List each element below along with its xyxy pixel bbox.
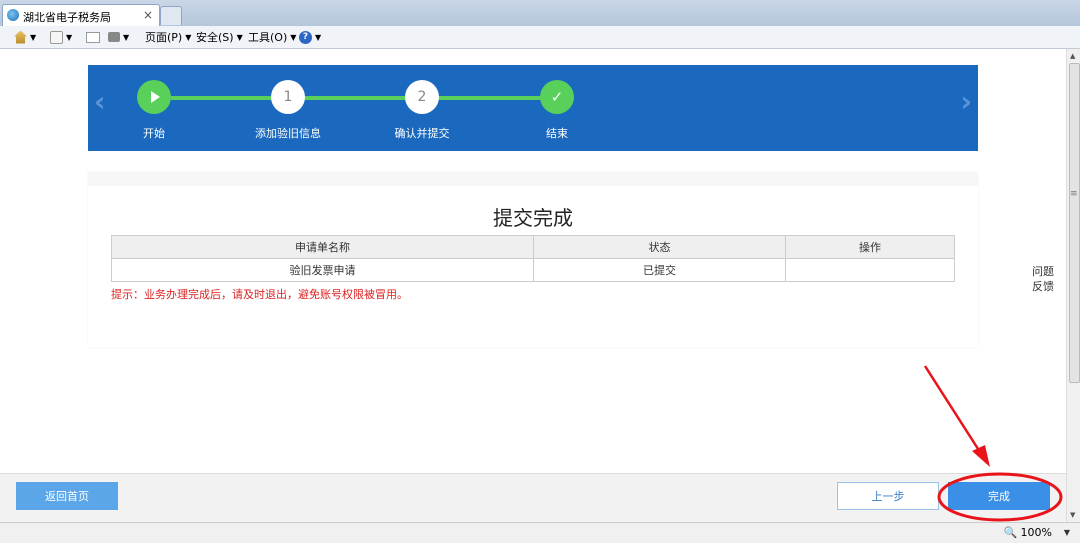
home-icon [14, 30, 27, 44]
cell-status: 已提交 [533, 258, 786, 282]
home-button[interactable]: ▼ [14, 29, 36, 45]
chevron-down-icon[interactable]: ▼ [1064, 528, 1070, 537]
help-button[interactable]: ? ▼ [299, 29, 321, 45]
printer-icon [108, 32, 120, 42]
chevron-down-icon: ▼ [315, 32, 322, 42]
play-icon [151, 91, 160, 103]
feedback-label-line1: 问题 [1032, 265, 1054, 278]
step-2-circle: 2 [405, 80, 439, 114]
command-bar: ▼ ▼ ▼ 页面(P) ▼ 安全(S) ▼ 工具(O) ▼ ? ▼ [0, 26, 1080, 49]
chevron-down-icon: ▼ [290, 32, 297, 42]
tab-close-icon[interactable]: × [143, 8, 153, 22]
chevron-down-icon: ▼ [66, 32, 73, 42]
read-mail-button[interactable] [86, 29, 100, 45]
column-header-name: 申请单名称 [111, 235, 534, 259]
result-table: 申请单名称 状态 操作 验旧发票申请 已提交 [111, 235, 955, 282]
mail-icon [86, 31, 100, 43]
column-header-status: 状态 [533, 235, 786, 259]
table-header-row: 申请单名称 状态 操作 [111, 235, 955, 259]
security-hint: 提示：业务办理完成后，请及时退出，避免账号权限被冒用。 [111, 288, 408, 301]
safety-menu-label: 安全(S) [196, 31, 234, 44]
browser-title-bar: 湖北省电子税务局 × [0, 0, 1080, 27]
feeds-icon [50, 30, 63, 44]
chevron-down-icon: ▼ [185, 32, 192, 42]
card-header-strip [88, 172, 978, 186]
browser-tab[interactable]: 湖北省电子税务局 × [2, 4, 160, 27]
vertical-scrollbar[interactable]: ▲ ≡ ▼ [1066, 49, 1080, 522]
step-label-start: 开始 [143, 127, 165, 140]
step-start-circle [137, 80, 171, 114]
cell-form-name: 验旧发票申请 [111, 258, 534, 282]
scroll-up-icon[interactable]: ▲ [1070, 52, 1075, 60]
previous-step-button[interactable]: 上一步 [837, 482, 939, 510]
safety-menu[interactable]: 安全(S) ▼ [196, 29, 243, 45]
step-label-add-info: 添加验旧信息 [255, 127, 321, 140]
new-tab-button[interactable] [160, 6, 182, 25]
chevron-right-icon[interactable]: › [960, 85, 972, 118]
status-bar: 🔍 100% ▼ [0, 522, 1080, 543]
chevron-down-icon: ▼ [236, 32, 243, 42]
zoom-control[interactable]: 🔍 100% [1004, 526, 1052, 539]
tools-menu-label: 工具(O) [248, 31, 288, 44]
tools-menu[interactable]: 工具(O) ▼ [248, 29, 296, 45]
tab-title: 湖北省电子税务局 [23, 11, 111, 24]
ie-favicon-icon [7, 9, 19, 21]
progress-banner: ‹ › 1 2 ✓ 开始 添加验旧信息 确认并提交 结束 [88, 65, 978, 151]
feeds-button[interactable]: ▼ [50, 29, 72, 45]
help-icon: ? [299, 30, 312, 44]
chevron-down-icon: ▼ [123, 32, 130, 42]
finish-button[interactable]: 完成 [948, 482, 1050, 510]
chevron-left-icon[interactable]: ‹ [94, 85, 106, 118]
zoom-level: 100% [1020, 526, 1052, 539]
page-title: 提交完成 [493, 206, 573, 230]
scrollbar-thumb[interactable] [1069, 63, 1080, 383]
feedback-button[interactable]: 问题 反馈 [1026, 264, 1060, 294]
page-menu-label: 页面(P) [145, 31, 183, 44]
print-button[interactable]: ▼ [108, 29, 129, 45]
cell-action [785, 258, 955, 282]
progress-line [171, 96, 556, 100]
feedback-label-line2: 反馈 [1032, 280, 1054, 293]
zoom-icon: 🔍 [1003, 526, 1018, 539]
step-label-end: 结束 [546, 127, 568, 140]
return-home-button[interactable]: 返回首页 [16, 482, 118, 510]
step-label-confirm: 确认并提交 [394, 127, 450, 140]
step-1-circle: 1 [271, 80, 305, 114]
table-row: 验旧发票申请 已提交 [111, 258, 955, 282]
page-menu[interactable]: 页面(P) ▼ [145, 29, 191, 45]
column-header-action: 操作 [785, 235, 955, 259]
checkmark-icon: ✓ [540, 80, 574, 114]
scroll-grip-icon: ≡ [1070, 189, 1078, 199]
scroll-down-icon[interactable]: ▼ [1070, 511, 1075, 519]
chevron-down-icon: ▼ [30, 32, 37, 42]
